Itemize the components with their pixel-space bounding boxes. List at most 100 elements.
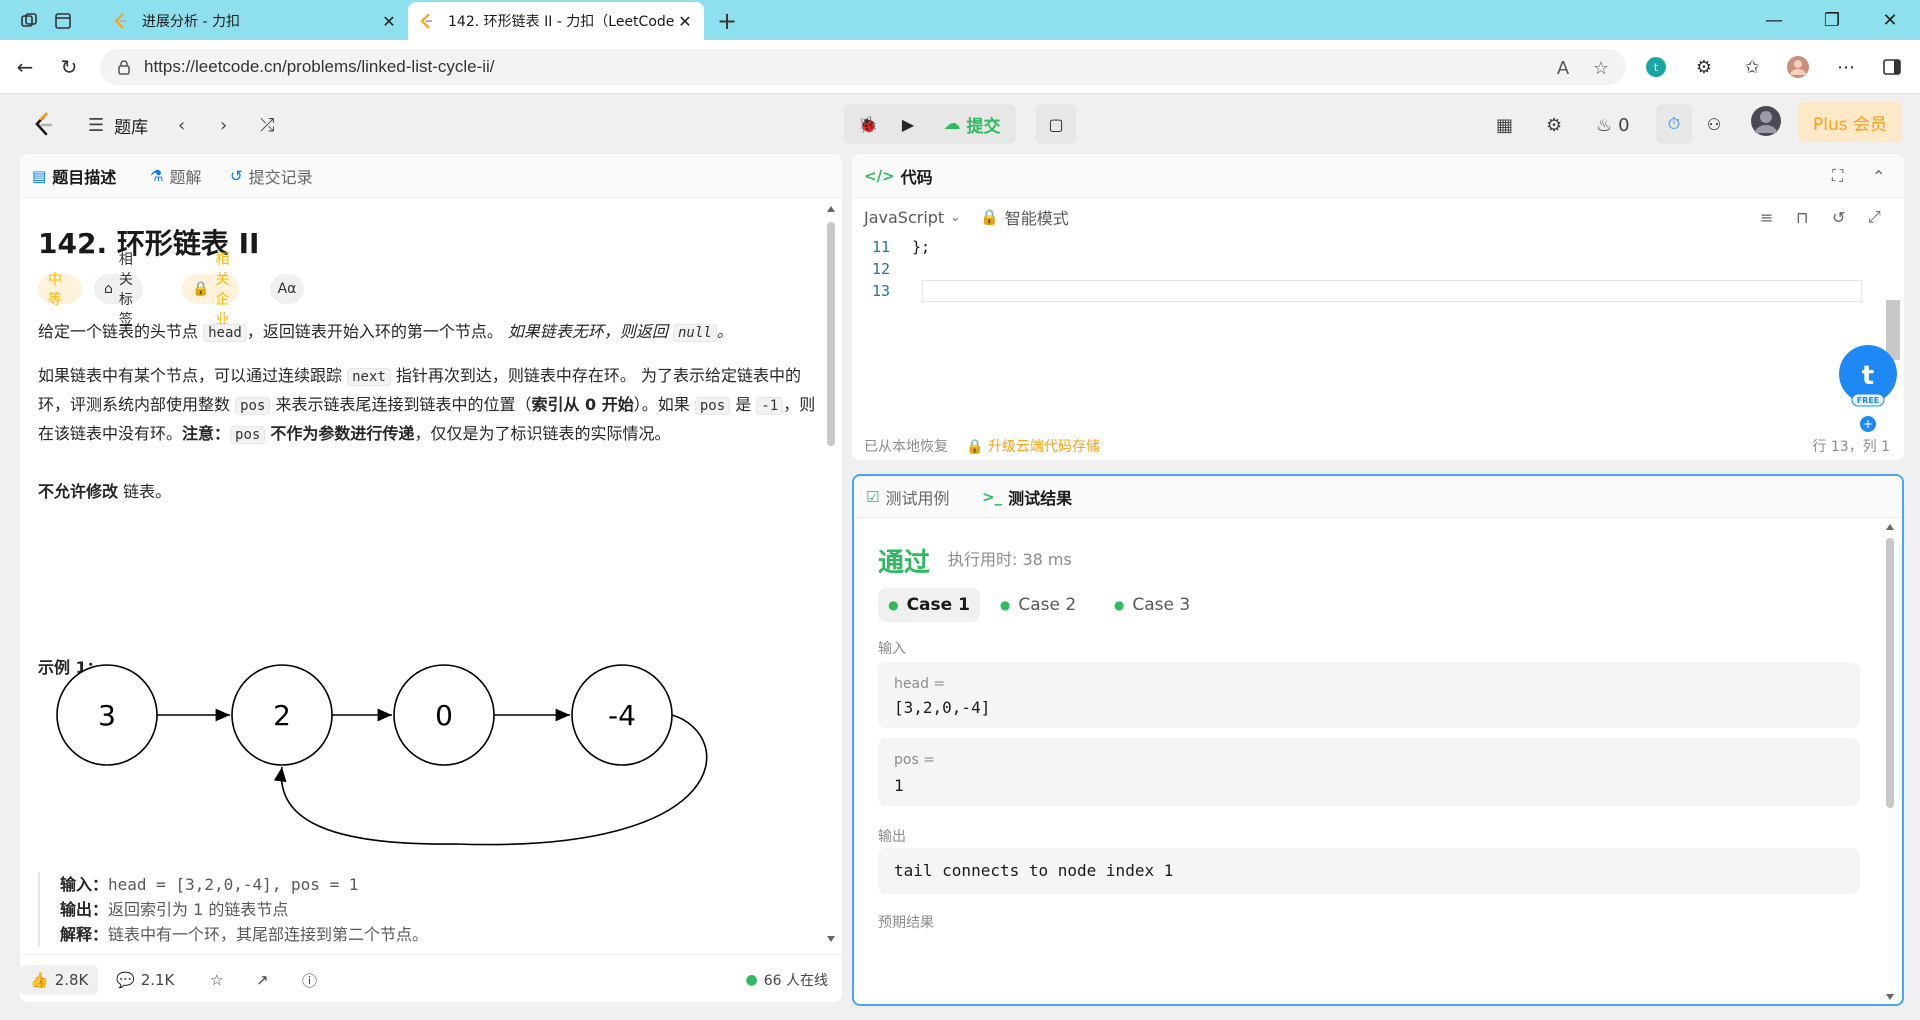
node-label: 3 xyxy=(98,699,116,732)
case-tab-2[interactable]: ● Case 2 xyxy=(988,588,1088,622)
url-text[interactable]: https://leetcode.cn/problems/linked-list… xyxy=(144,57,495,77)
tab-testcases[interactable]: ☑ 测试用例 xyxy=(866,476,949,518)
format-icon[interactable]: ≡ xyxy=(1760,198,1773,236)
test-scrollbar[interactable] xyxy=(1884,524,1896,1002)
url-field[interactable]: https://leetcode.cn/problems/linked-list… xyxy=(100,49,1626,85)
layout-icon[interactable]: ▦ xyxy=(1496,110,1513,140)
streak-count: 0 xyxy=(1618,114,1630,136)
case-tab-3[interactable]: ● Case 3 xyxy=(1102,588,1202,622)
browser-tab-progress[interactable]: 进展分析 - 力扣 ✕ xyxy=(102,2,408,40)
streak-button[interactable]: ♨ 0 xyxy=(1596,110,1630,140)
node-label: -4 xyxy=(608,699,636,732)
more-menu-icon[interactable]: ⋯ xyxy=(1834,55,1858,79)
bookmark-icon[interactable]: ⊓ xyxy=(1796,198,1808,236)
related-tags-label: 相关标签 xyxy=(118,252,133,328)
case-tab-1[interactable]: ● Case 1 xyxy=(878,588,980,622)
tab-actions-icon[interactable] xyxy=(48,6,78,36)
tab-submissions[interactable]: ↺ 提交记录 xyxy=(230,154,313,198)
reload-icon[interactable]: ↻ xyxy=(54,52,84,82)
favorites-icon[interactable]: ✩ xyxy=(1740,55,1764,79)
online-dot-icon: ● xyxy=(745,972,758,988)
add-friend-icon[interactable]: ⚇ xyxy=(1696,104,1732,144)
extensions-puzzle-icon[interactable]: ⚙ xyxy=(1692,55,1716,79)
code-line-current[interactable]: 13 xyxy=(852,280,1904,302)
lock-icon: 🔒 xyxy=(192,281,210,297)
favorite-star-icon[interactable]: ☆ xyxy=(1590,57,1612,79)
chevron-down-icon: ⌄ xyxy=(950,210,961,224)
share-icon[interactable]: ↗ xyxy=(256,965,269,995)
companies-button[interactable]: 🔒 相关企业 xyxy=(182,252,240,328)
debug-icon[interactable]: 🐞 xyxy=(850,104,886,144)
restore-icon[interactable]: ❐ xyxy=(1804,0,1860,40)
linked-list-diagram: 3 2 0 -4 xyxy=(56,664,708,846)
code-panel: </> 代码 ⛶ ⌃ JavaScript ⌄ 🔒 智能模式 ≡ ⊓ ↺ ⤢ 1… xyxy=(852,154,1904,460)
problem-list-button[interactable]: ☰ 题库 xyxy=(88,110,148,140)
like-button[interactable]: 👍 2.8K xyxy=(20,965,99,995)
help-icon[interactable]: ⓘ xyxy=(302,965,317,995)
plus-member-button[interactable]: Plus 会员 xyxy=(1798,102,1902,142)
upgrade-label: 升级云端代码存储 xyxy=(987,439,1100,455)
mode-label: 智能模式 xyxy=(1004,209,1069,228)
leetcode-nav: ☰ 题库 ‹ › ⤮ 🐞 ▶ ☁ 提交 ▢ ▦ ⚙ ♨ 0 ⏱ ⚇ Plus 会… xyxy=(0,94,1920,154)
flask-icon: ⚗ xyxy=(150,167,164,185)
explanation-label: 解释： xyxy=(60,925,109,944)
close-tab-icon[interactable]: ✕ xyxy=(676,12,694,31)
read-aloud-icon[interactable]: A xyxy=(1552,57,1574,79)
output-label: 输出： xyxy=(60,900,109,919)
close-window-icon[interactable]: ✕ xyxy=(1862,0,1918,40)
input-value: head = [3,2,0,-4], pos = 1 xyxy=(108,875,359,894)
upgrade-storage-link[interactable]: 🔒 升级云端代码存储 xyxy=(966,436,1100,456)
address-bar-row: ← ↻ https://leetcode.cn/problems/linked-… xyxy=(0,40,1920,94)
like-count: 2.8K xyxy=(54,971,89,989)
extension-translate-icon[interactable]: t xyxy=(1644,55,1668,79)
minimize-icon[interactable]: — xyxy=(1746,0,1802,40)
flame-icon: ♨ xyxy=(1596,114,1613,136)
workspaces-icon[interactable] xyxy=(14,6,44,36)
description-tabs: ▤ 题目描述 ⚗ 题解 ↺ 提交记录 xyxy=(20,154,842,198)
user-avatar[interactable] xyxy=(1750,106,1782,136)
example-io: 输入：head = [3,2,0,-4], pos = 1 输出：返回索引为 1… xyxy=(38,872,428,947)
new-tab-icon[interactable]: + xyxy=(712,6,742,36)
browser-tabstrip: 进展分析 - 力扣 ✕ 142. 环形链表 II - 力扣（LeetCode ✕… xyxy=(0,0,1920,40)
next-problem-icon[interactable]: › xyxy=(220,110,227,140)
notes-icon[interactable]: ▢ xyxy=(1036,104,1076,144)
close-tab-icon[interactable]: ✕ xyxy=(380,12,398,31)
collapse-icon[interactable]: ⌃ xyxy=(1872,154,1885,198)
prev-problem-icon[interactable]: ‹ xyxy=(178,110,185,140)
language-select[interactable]: JavaScript ⌄ xyxy=(864,198,960,236)
submit-button[interactable]: ☁ 提交 xyxy=(932,104,1012,144)
site-info-icon[interactable] xyxy=(116,59,132,75)
tab-label: 提交记录 xyxy=(248,168,313,187)
leetcode-logo-icon[interactable] xyxy=(32,110,56,140)
settings-gear-icon[interactable]: ⚙ xyxy=(1546,110,1562,140)
translate-icon[interactable]: Aα xyxy=(270,274,304,304)
code-editor[interactable]: 11}; 12 13 xyxy=(852,236,1904,302)
related-tags-button[interactable]: ⌂ 相关标签 xyxy=(94,252,143,328)
profile-avatar[interactable] xyxy=(1786,55,1810,79)
comments-button[interactable]: 💬 2.1K xyxy=(116,965,174,995)
description-paragraph-2: 如果链表中有某个节点，可以通过连续跟踪 next 指针再次到达，则链表中存在环。… xyxy=(38,366,816,444)
expand-icon[interactable]: ⤢ xyxy=(1868,198,1881,236)
star-icon[interactable]: ☆ xyxy=(210,965,223,995)
var-value: 1 xyxy=(894,776,904,795)
runtime-label: 执行用时: 38 ms xyxy=(948,550,1072,569)
tab-description[interactable]: ▤ 题目描述 xyxy=(32,154,116,198)
fullscreen-icon[interactable]: ⛶ xyxy=(1832,154,1843,198)
description-scrollbar[interactable] xyxy=(826,206,836,944)
random-problem-icon[interactable]: ⤮ xyxy=(260,110,274,140)
back-icon[interactable]: ← xyxy=(10,52,40,82)
code-line[interactable]: 11}; xyxy=(852,236,1904,258)
tab-solutions[interactable]: ⚗ 题解 xyxy=(150,154,201,198)
code-tab[interactable]: </> 代码 xyxy=(864,154,933,198)
reset-code-icon[interactable]: ↺ xyxy=(1832,198,1845,236)
tag-icon: ⌂ xyxy=(104,281,113,297)
comment-icon: 💬 xyxy=(116,971,135,989)
translate-extension-float-icon[interactable]: t FREE + xyxy=(1838,344,1898,434)
browser-tab-problem[interactable]: 142. 环形链表 II - 力扣（LeetCode ✕ xyxy=(408,2,704,40)
tab-test-result[interactable]: >_ 测试结果 xyxy=(982,476,1072,518)
smart-mode-toggle[interactable]: 🔒 智能模式 xyxy=(980,198,1069,236)
run-icon[interactable]: ▶ xyxy=(890,104,926,144)
timer-icon[interactable]: ⏱ xyxy=(1656,104,1692,144)
sidebar-toggle-icon[interactable] xyxy=(1880,55,1904,79)
code-line[interactable]: 12 xyxy=(852,258,1904,280)
